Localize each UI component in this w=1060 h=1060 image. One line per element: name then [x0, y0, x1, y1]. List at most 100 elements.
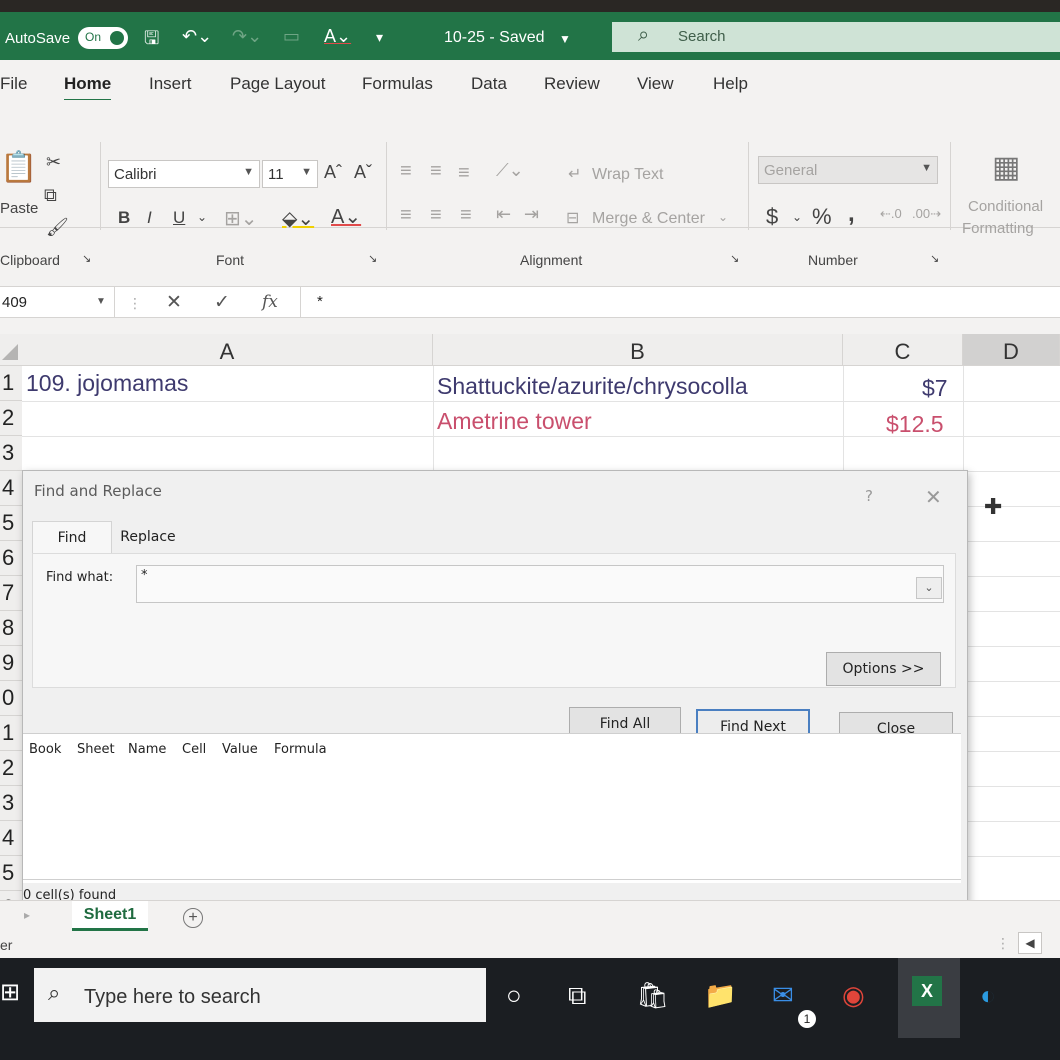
- alignment-launcher-icon[interactable]: ↘: [730, 252, 739, 265]
- conditional-formatting-label-1[interactable]: Conditional: [968, 198, 1043, 215]
- row-header[interactable]: 0: [0, 681, 22, 716]
- tab-insert[interactable]: Insert: [149, 74, 192, 94]
- tab-home[interactable]: Home: [64, 74, 112, 102]
- align-center-icon[interactable]: ≡: [430, 204, 442, 227]
- row-header[interactable]: 5: [0, 506, 22, 541]
- row-header[interactable]: 3: [0, 436, 22, 471]
- percent-button[interactable]: %: [812, 204, 832, 230]
- number-launcher-icon[interactable]: ↘: [930, 252, 939, 265]
- font-name-select[interactable]: Calibri ▼: [108, 160, 260, 188]
- task-view-icon[interactable]: ⧉: [568, 980, 587, 1012]
- select-all-button[interactable]: [0, 334, 22, 366]
- column-header-c[interactable]: C: [843, 334, 963, 366]
- row-header[interactable]: 7: [0, 576, 22, 611]
- taskbar-search-input[interactable]: ⌕ Type here to search: [34, 968, 486, 1022]
- underline-button[interactable]: U: [173, 208, 185, 228]
- autosave-toggle[interactable]: On: [78, 27, 128, 49]
- formula-input[interactable]: *: [300, 287, 1060, 317]
- borders-icon[interactable]: ⊞⌄: [224, 206, 258, 231]
- tab-data[interactable]: Data: [471, 74, 507, 94]
- format-painter-icon[interactable]: 🖌: [46, 217, 69, 238]
- row-header[interactable]: 6: [0, 541, 22, 576]
- document-title[interactable]: 10-25 - Saved: [444, 29, 545, 47]
- row-header[interactable]: 8: [0, 611, 22, 646]
- cell-c2[interactable]: $12.5: [886, 411, 944, 438]
- bold-button[interactable]: B: [118, 208, 130, 228]
- tab-find[interactable]: Find: [32, 521, 112, 553]
- row-header[interactable]: 1: [0, 716, 22, 751]
- italic-button[interactable]: I: [147, 208, 152, 228]
- row-header[interactable]: 4: [0, 471, 22, 506]
- tab-file[interactable]: File: [0, 74, 27, 94]
- name-box[interactable]: 409 ▼: [0, 287, 115, 317]
- row-header[interactable]: 3: [0, 786, 22, 821]
- font-launcher-icon[interactable]: ↘: [368, 252, 377, 265]
- excel-taskbar-item[interactable]: X: [898, 958, 960, 1038]
- cancel-icon[interactable]: ✕: [166, 291, 182, 314]
- undo-icon[interactable]: ↶⌄: [182, 26, 212, 47]
- results-list[interactable]: Book Sheet Name Cell Value Formula: [23, 733, 961, 883]
- mail-icon[interactable]: ✉: [772, 980, 794, 1011]
- cell-c1[interactable]: $7: [922, 375, 948, 402]
- row-header[interactable]: 1: [0, 366, 22, 401]
- find-history-dropdown[interactable]: ⌄: [916, 577, 942, 599]
- font-color-quick-icon[interactable]: A⌄: [324, 26, 351, 47]
- row-header[interactable]: 4: [0, 821, 22, 856]
- bottom-align-icon[interactable]: ≡: [458, 162, 470, 185]
- chevron-down-icon[interactable]: ⌄: [197, 210, 207, 224]
- align-right-icon[interactable]: ≡: [460, 204, 472, 227]
- search-input[interactable]: ⌕ Search: [612, 22, 1060, 52]
- results-column-cell[interactable]: Cell: [182, 742, 206, 757]
- merge-center-button[interactable]: Merge & Center: [592, 210, 705, 228]
- paste-label[interactable]: Paste: [0, 200, 38, 217]
- decrease-indent-icon[interactable]: ⇤: [496, 204, 511, 225]
- store-icon[interactable]: 🛍: [636, 980, 669, 1011]
- font-size-select[interactable]: 11 ▼: [262, 160, 318, 188]
- orientation-icon[interactable]: ⟋⌄: [496, 160, 524, 181]
- scroll-sheets-icon[interactable]: ▸: [24, 908, 30, 922]
- cell-b2[interactable]: Ametrine tower: [437, 408, 592, 435]
- options-button[interactable]: Options >>: [826, 652, 941, 686]
- row-header[interactable]: 9: [0, 646, 22, 681]
- help-button[interactable]: ?: [865, 487, 873, 505]
- save-icon[interactable]: 🖫: [144, 26, 159, 56]
- sheet-tab-sheet1[interactable]: Sheet1: [72, 901, 148, 931]
- cortana-icon[interactable]: ○: [506, 980, 522, 1011]
- tab-view[interactable]: View: [637, 74, 674, 94]
- chevron-down-icon[interactable]: ⌄: [718, 210, 728, 224]
- edge-icon[interactable]: ◐: [980, 980, 996, 1011]
- redo-icon[interactable]: ↷⌄: [232, 26, 262, 47]
- tab-review[interactable]: Review: [544, 74, 600, 94]
- cell-b1[interactable]: Shattuckite/azurite/chrysocolla: [437, 373, 748, 400]
- tab-formulas[interactable]: Formulas: [362, 74, 433, 94]
- row-header[interactable]: 2: [0, 401, 22, 436]
- decrease-font-icon[interactable]: Aˇ: [354, 162, 372, 183]
- wrap-text-button[interactable]: Wrap Text: [592, 166, 663, 184]
- row-header[interactable]: 2: [0, 751, 22, 786]
- conditional-formatting-label-2[interactable]: Formatting: [962, 220, 1034, 237]
- paste-icon[interactable]: 📋: [0, 150, 37, 185]
- results-column-book[interactable]: Book: [29, 742, 61, 757]
- currency-button[interactable]: $: [766, 204, 778, 230]
- close-icon[interactable]: ✕: [925, 485, 942, 509]
- column-header-a[interactable]: A: [22, 334, 433, 366]
- number-format-select[interactable]: General ▼: [758, 156, 938, 184]
- results-column-formula[interactable]: Formula: [274, 742, 327, 757]
- customize-quick-access-icon[interactable]: ▾: [376, 29, 383, 46]
- windows-start-icon[interactable]: ⊞: [0, 978, 20, 1007]
- insert-function-button[interactable]: fx: [262, 292, 278, 312]
- middle-align-icon[interactable]: ≡: [430, 160, 442, 183]
- chevron-down-icon[interactable]: ⌄: [792, 210, 802, 224]
- file-explorer-icon[interactable]: 📁: [704, 980, 736, 1011]
- font-color-icon[interactable]: A⌄: [331, 204, 361, 229]
- top-align-icon[interactable]: ≡: [400, 160, 412, 183]
- add-sheet-icon[interactable]: +: [183, 908, 203, 928]
- tab-page-layout[interactable]: Page Layout: [230, 74, 325, 94]
- column-header-b[interactable]: B: [433, 334, 843, 366]
- find-what-input[interactable]: *: [136, 565, 944, 603]
- increase-indent-icon[interactable]: ⇥: [524, 204, 539, 225]
- chevron-down-icon[interactable]: ▼: [559, 32, 571, 46]
- copy-icon[interactable]: ⧉: [44, 185, 57, 206]
- conditional-formatting-icon[interactable]: ▦: [992, 150, 1020, 185]
- decrease-decimal-icon[interactable]: .00⇢: [912, 206, 941, 222]
